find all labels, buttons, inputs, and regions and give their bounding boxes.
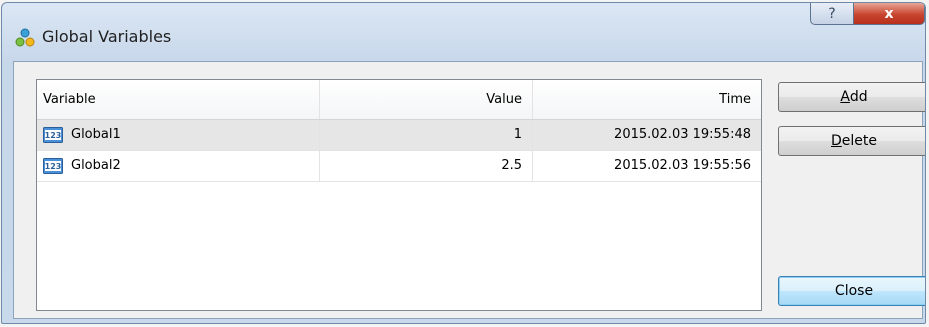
- column-header-variable[interactable]: Variable: [37, 80, 320, 119]
- column-header-time[interactable]: Time: [533, 80, 761, 119]
- add-button-mnemonic: A: [840, 89, 850, 105]
- svg-text:123: 123: [45, 131, 62, 140]
- table-row[interactable]: 123 Global2 2.5 2015.02.03 19:55:56: [37, 151, 761, 182]
- dialog-client-area: Variable Value Time 123 Global1 1 2015.0…: [13, 61, 925, 319]
- global-variables-icon: [15, 28, 35, 47]
- time-cell: 2015.02.03 19:55:48: [614, 127, 751, 142]
- variables-list[interactable]: Variable Value Time 123 Global1 1 2015.0…: [36, 79, 762, 311]
- table-row[interactable]: 123 Global1 1 2015.02.03 19:55:48: [37, 120, 761, 151]
- variable-cell: 123 Global1: [37, 120, 320, 150]
- window-title: Global Variables: [42, 27, 172, 46]
- window-close-button[interactable]: x: [853, 3, 925, 25]
- variable-name: Global2: [71, 158, 121, 173]
- add-button[interactable]: Add: [778, 82, 925, 112]
- variable-cell: 123 Global2: [37, 151, 320, 181]
- time-cell: 2015.02.03 19:55:56: [614, 158, 751, 173]
- close-button[interactable]: Close: [778, 276, 925, 306]
- delete-button[interactable]: Delete: [778, 126, 925, 156]
- help-button[interactable]: ?: [810, 3, 854, 25]
- list-header: Variable Value Time: [37, 80, 761, 120]
- column-header-value[interactable]: Value: [320, 80, 533, 119]
- title-bar[interactable]: Global Variables ? x: [2, 3, 925, 61]
- delete-button-mnemonic: D: [831, 133, 842, 149]
- close-icon: x: [884, 5, 894, 22]
- number-123-icon: 123: [43, 158, 63, 174]
- value-cell: 2.5: [320, 151, 533, 181]
- delete-button-label: elete: [841, 133, 877, 149]
- number-123-icon: 123: [43, 127, 63, 143]
- value-cell: 1: [320, 120, 533, 150]
- svg-text:123: 123: [45, 162, 62, 171]
- variable-name: Global1: [71, 127, 121, 142]
- add-button-label: dd: [849, 89, 868, 105]
- close-button-label: Close: [834, 283, 874, 299]
- global-variables-window: Global Variables ? x Variable Value Time…: [1, 2, 926, 324]
- help-icon: ?: [828, 5, 836, 22]
